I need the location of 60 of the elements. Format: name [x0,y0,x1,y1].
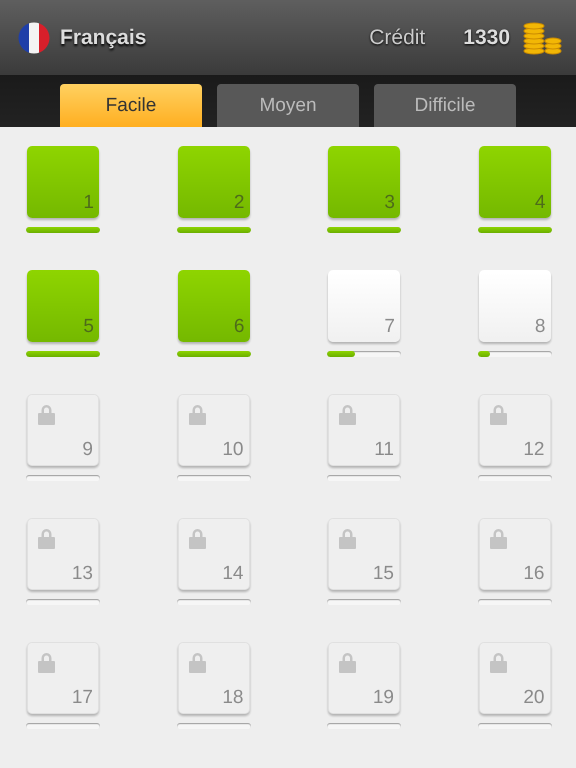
lock-icon [38,528,55,549]
level-number: 10 [222,440,244,459]
locked-level-tile[interactable]: 14 [178,518,250,590]
locked-level-tile[interactable]: 15 [328,518,400,590]
level-number: 7 [384,317,395,336]
credit-amount: 1330 [463,26,510,50]
level-number: 1 [83,193,94,212]
level-number: 6 [234,317,244,336]
level-number: 19 [372,688,394,707]
level-tile[interactable]: 5 [27,270,99,342]
difficulty-tab[interactable]: Difficile [374,84,516,127]
difficulty-tab[interactable]: Moyen [217,84,359,127]
level-number: 20 [523,688,544,707]
lock-icon [490,528,506,549]
level-number: 3 [384,193,395,212]
level-number: 12 [523,440,544,459]
lock-icon [38,404,55,425]
lock-icon [38,652,55,673]
lock-icon [188,404,206,425]
language-label[interactable]: Français [60,26,146,50]
locked-level-tile[interactable]: 13 [27,518,99,590]
lock-icon [339,404,356,425]
level-number: 16 [523,564,544,583]
locked-level-tile[interactable]: 10 [178,394,250,466]
level-tile[interactable]: 3 [328,146,400,218]
flag-icon [18,22,50,54]
level-number: 11 [374,440,394,459]
level-number: 9 [82,440,93,459]
level-number: 17 [72,688,93,707]
level-number: 2 [234,193,244,212]
locked-level-tile[interactable]: 11 [328,394,400,466]
locked-level-tile[interactable]: 9 [27,394,99,466]
locked-level-tile[interactable]: 16 [478,518,550,590]
lock-icon [188,652,206,673]
level-tile[interactable]: 2 [178,146,250,218]
locked-level-tile[interactable]: 20 [478,642,550,714]
lock-icon [188,528,206,549]
locked-level-tile[interactable]: 19 [328,642,400,714]
difficulty-tab[interactable]: Facile [60,84,202,127]
level-tile[interactable]: 8 [478,270,550,342]
level-tile[interactable]: 1 [27,146,99,218]
level-tile[interactable]: 4 [478,146,550,218]
locked-level-tile[interactable]: 18 [178,642,250,714]
level-number: 5 [83,317,94,336]
level-number: 18 [222,688,244,707]
level-tile[interactable]: 6 [178,270,250,342]
locked-level-tile[interactable]: 12 [478,394,550,466]
lock-icon [490,404,506,425]
level-number: 13 [72,564,93,583]
level-number: 14 [222,564,244,583]
lock-icon [490,652,506,673]
level-number: 4 [534,193,546,212]
level-number: 15 [372,564,394,583]
credit-label: Crédit [369,26,426,50]
level-tile[interactable]: 7 [328,270,400,342]
lock-icon [339,652,356,673]
locked-level-tile[interactable]: 17 [27,642,99,714]
level-number: 8 [534,317,546,336]
lock-icon [339,528,356,549]
coins-icon [522,20,562,54]
